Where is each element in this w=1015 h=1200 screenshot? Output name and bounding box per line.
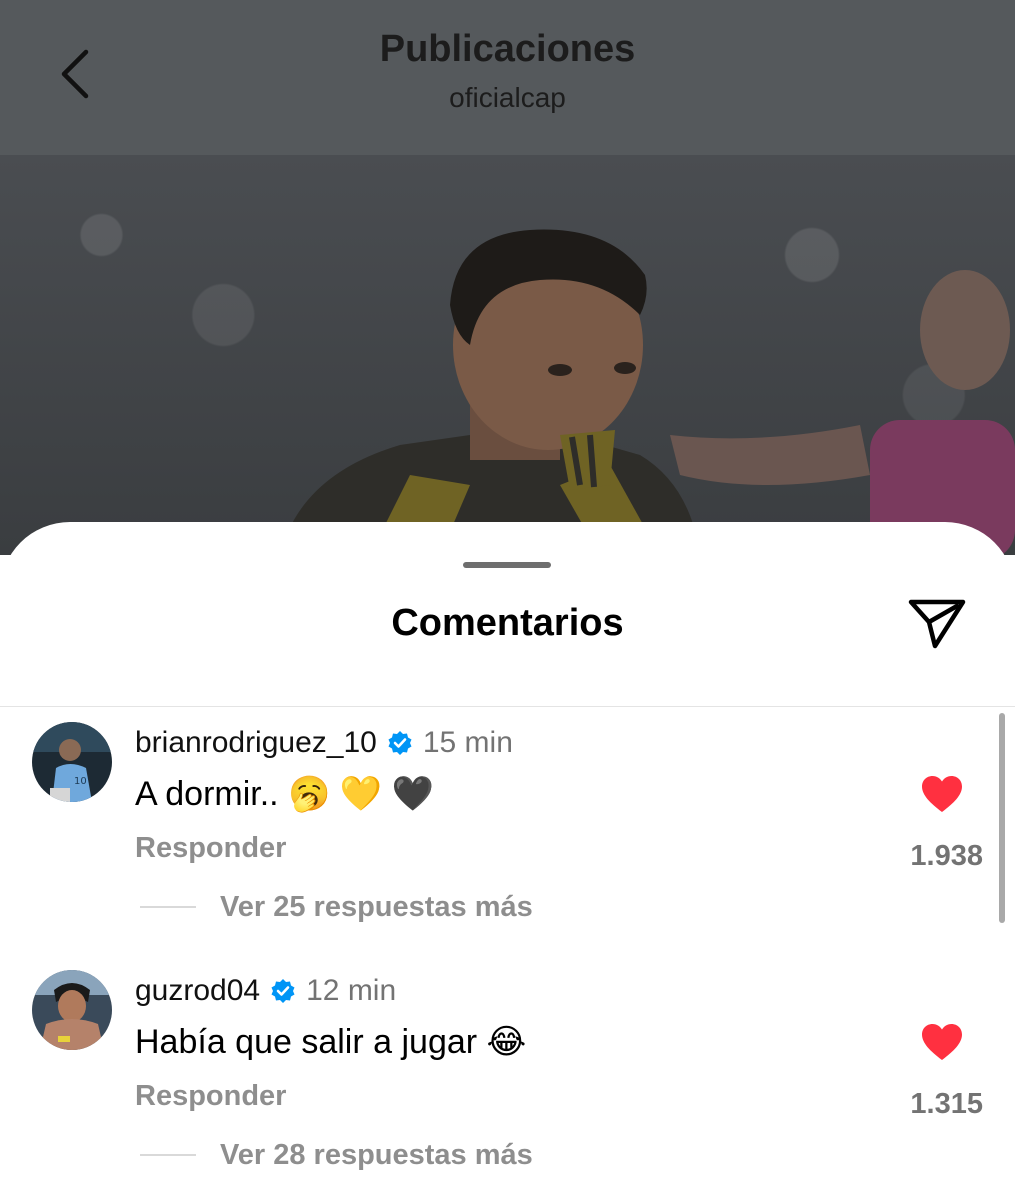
comment-header: brianrodriguez_10 15 min: [135, 726, 513, 760]
replies-divider: [140, 1154, 196, 1156]
avatar[interactable]: 10: [32, 722, 112, 802]
view-more-replies-button[interactable]: Ver 28 respuestas más: [220, 1139, 533, 1172]
page-title: Publicaciones: [379, 28, 636, 70]
comment-item: 10 brianrodriguez_10 15 min A dormir.. 🥱…: [0, 722, 1015, 942]
comment-timestamp: 15 min: [422, 726, 513, 759]
like-count: 1.315: [910, 1088, 983, 1120]
page-subtitle-account[interactable]: oficialcap: [0, 82, 1015, 114]
comment-username[interactable]: guzrod04: [135, 974, 260, 1008]
sheet-drag-handle[interactable]: [463, 562, 551, 568]
sheet-divider: [0, 706, 1015, 707]
avatar-image: [32, 970, 112, 1050]
heart-icon[interactable]: [920, 1022, 964, 1062]
top-header: Publicaciones oficialcap: [0, 0, 1015, 155]
share-button[interactable]: [905, 596, 969, 652]
paper-plane-icon: [908, 599, 966, 649]
avatar[interactable]: [32, 970, 112, 1050]
verified-badge-icon: [271, 979, 295, 1003]
comment-timestamp: 12 min: [306, 974, 397, 1007]
comment-text: Había que salir a jugar 😂: [135, 1023, 527, 1061]
comments-title: Comentarios: [391, 602, 624, 644]
comment-header: guzrod04 12 min: [135, 974, 396, 1008]
player-photo-illustration: [280, 229, 1015, 555]
reply-button[interactable]: Responder: [135, 1080, 286, 1113]
heart-icon[interactable]: [920, 774, 964, 814]
avatar-image: 10: [32, 722, 112, 802]
svg-text:10: 10: [74, 776, 87, 787]
verified-badge-icon: [388, 731, 412, 755]
comment-text: A dormir.. 🥱 💛 🖤: [135, 775, 434, 813]
view-more-replies-button[interactable]: Ver 25 respuestas más: [220, 891, 533, 924]
post-image: [0, 155, 1015, 555]
comment-username[interactable]: brianrodriguez_10: [135, 726, 377, 760]
comment-item: guzrod04 12 min Había que salir a jugar …: [0, 970, 1015, 1190]
like-count: 1.938: [910, 840, 983, 872]
replies-divider: [140, 906, 196, 908]
reply-button[interactable]: Responder: [135, 832, 286, 865]
